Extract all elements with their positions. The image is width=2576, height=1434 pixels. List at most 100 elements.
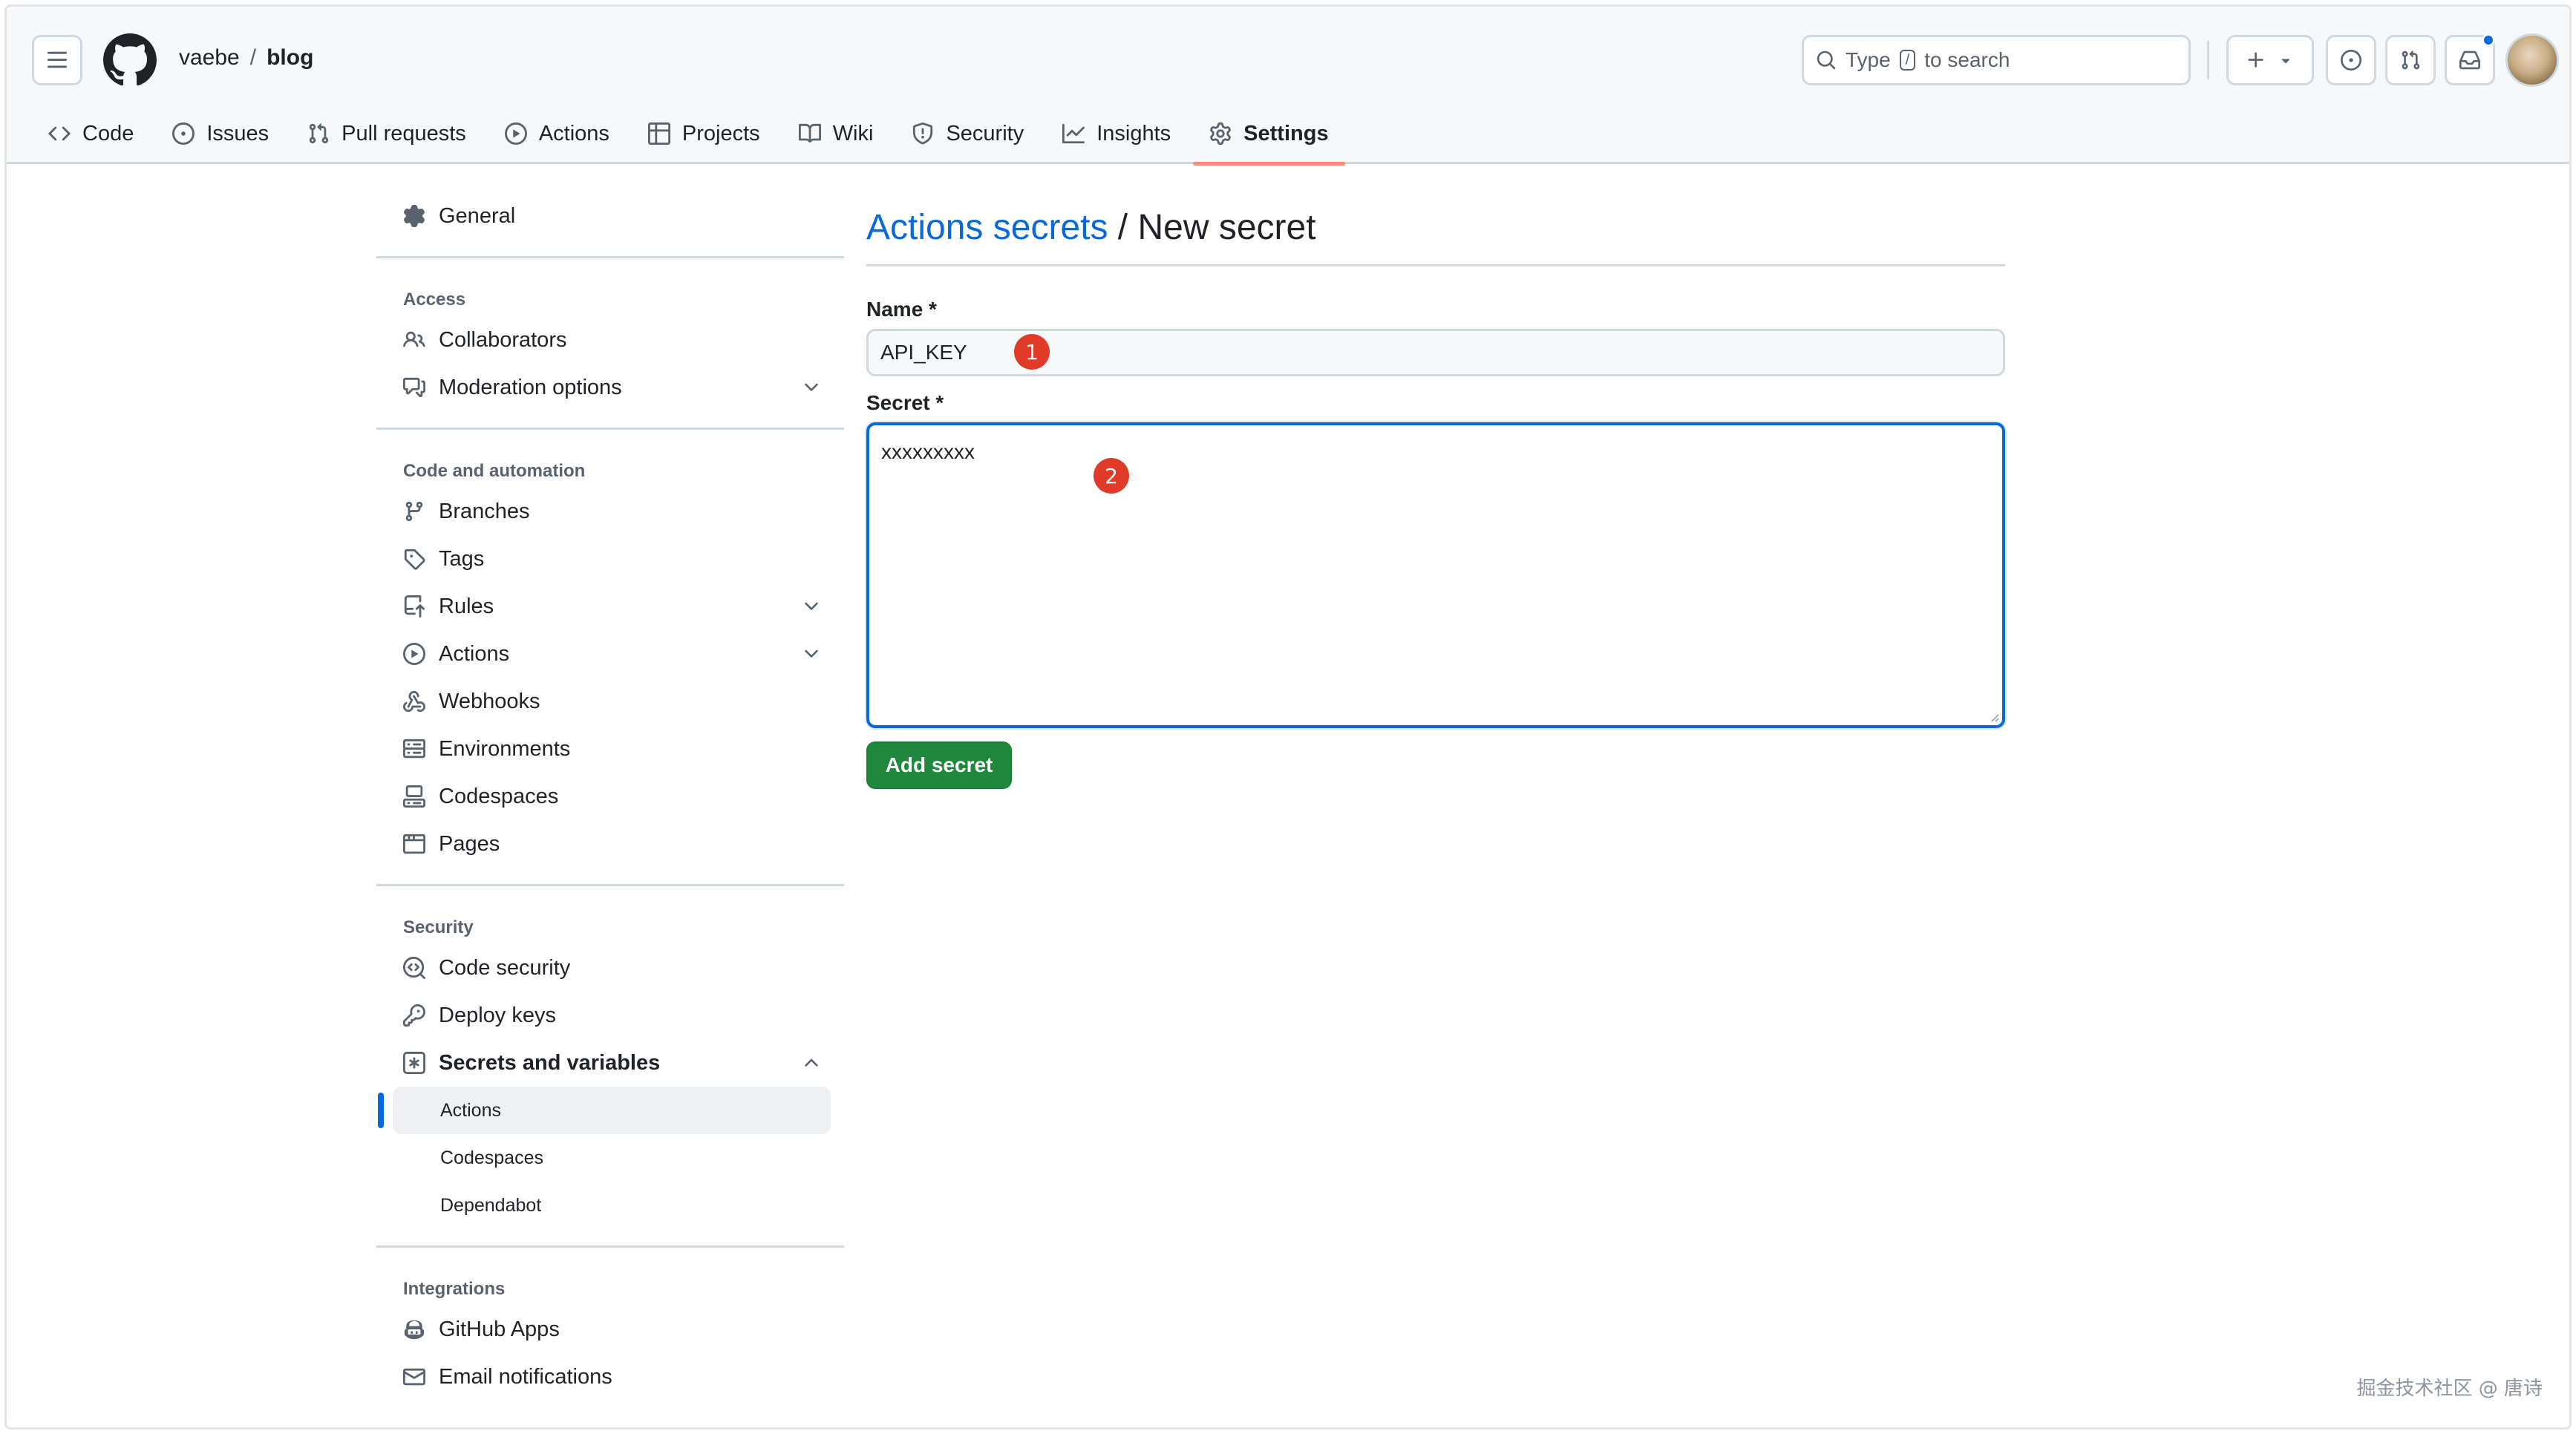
- actions-secrets-link[interactable]: Actions secrets: [866, 208, 1108, 247]
- tab-issues[interactable]: Issues: [153, 103, 288, 164]
- chevron-down-icon: [801, 644, 822, 664]
- annotation-badge-1: 1: [1014, 334, 1050, 370]
- notification-indicator: [2482, 33, 2495, 47]
- browser-frame: vaebe / blog Type / to search Code Issue…: [4, 4, 2572, 1430]
- codescan-icon: [403, 957, 425, 979]
- secret-name-input[interactable]: API_KEY 1: [866, 329, 2005, 376]
- sidebar-item-rules[interactable]: Rules: [376, 583, 844, 630]
- sidebar-heading-integrations: Integrations: [403, 1279, 506, 1299]
- copilot-icon: [403, 1318, 425, 1340]
- sidebar-item-deploy-keys[interactable]: Deploy keys: [376, 992, 844, 1039]
- sidebar-subitem-label: Codespaces: [440, 1147, 543, 1168]
- secret-label: Secret *: [866, 391, 944, 414]
- sidebar-item-codespaces[interactable]: Codespaces: [376, 773, 844, 820]
- tab-label: Projects: [681, 121, 760, 145]
- chevron-down-icon: [801, 596, 822, 617]
- search-placeholder-prefix: Type: [1846, 48, 1891, 71]
- pull-request-icon: [2400, 50, 2421, 71]
- menu-button[interactable]: [32, 35, 82, 85]
- header-divider: [2207, 41, 2209, 79]
- sidebar-item-label: Email notifications: [439, 1364, 612, 1389]
- sidebar-item-webhooks[interactable]: Webhooks: [376, 678, 844, 725]
- chevron-down-icon: [801, 377, 822, 398]
- comment-discussion-icon: [403, 376, 425, 399]
- sidebar-subitem-label: Actions: [440, 1099, 501, 1121]
- sidebar-item-email-notifications[interactable]: Email notifications: [376, 1353, 844, 1401]
- tab-actions[interactable]: Actions: [486, 103, 629, 164]
- gear-icon: [403, 205, 425, 227]
- sidebar-item-label: Code security: [439, 955, 571, 980]
- repo-link[interactable]: blog: [267, 45, 313, 71]
- plus-icon: [2246, 50, 2266, 71]
- sidebar-item-tags[interactable]: Tags: [376, 535, 844, 583]
- create-new-button[interactable]: [2226, 35, 2314, 85]
- owner-link[interactable]: vaebe: [179, 45, 240, 71]
- chevron-up-icon: [801, 1052, 822, 1073]
- tab-security[interactable]: Security: [892, 103, 1043, 164]
- tab-code[interactable]: Code: [44, 103, 153, 164]
- page-title: Actions secrets / New secret: [866, 207, 2005, 266]
- repo-tabs: Code Issues Pull requests Actions Projec…: [44, 103, 1348, 166]
- tab-label: Pull requests: [341, 121, 466, 145]
- tab-label: Security: [946, 121, 1024, 145]
- resize-handle-icon[interactable]: [1987, 710, 1999, 722]
- github-logo-icon[interactable]: [103, 33, 157, 87]
- sidebar-item-general[interactable]: General: [376, 192, 844, 240]
- sidebar-subitem-actions[interactable]: Actions: [378, 1087, 831, 1134]
- search-placeholder-suffix: to search: [1924, 48, 2010, 71]
- sidebar-item-collaborators[interactable]: Collaborators: [376, 316, 844, 364]
- tab-label: Insights: [1096, 121, 1171, 145]
- pull-request-icon: [307, 122, 330, 145]
- sidebar-item-secrets-variables[interactable]: Secrets and variables: [376, 1039, 844, 1087]
- sidebar-item-environments[interactable]: Environments: [376, 725, 844, 773]
- tab-wiki[interactable]: Wiki: [779, 103, 893, 164]
- issue-icon: [2341, 50, 2361, 71]
- sidebar-item-moderation[interactable]: Moderation options: [376, 364, 844, 411]
- new-secret-form: Actions secrets / New secret Name * API_…: [866, 207, 2005, 789]
- codespaces-icon: [403, 785, 425, 808]
- tab-pull-requests[interactable]: Pull requests: [288, 103, 486, 164]
- tab-projects[interactable]: Projects: [629, 103, 779, 164]
- sidebar-item-github-apps[interactable]: GitHub Apps: [376, 1306, 844, 1353]
- secret-value-textarea[interactable]: xxxxxxxxx 2: [866, 422, 2005, 728]
- tab-settings[interactable]: Settings: [1190, 103, 1347, 166]
- sidebar-item-label: Deploy keys: [439, 1003, 556, 1027]
- secret-value-text: xxxxxxxxx: [881, 440, 975, 463]
- webhook-icon: [403, 690, 425, 713]
- sidebar-item-pages[interactable]: Pages: [376, 820, 844, 868]
- sidebar-subitem-codespaces[interactable]: Codespaces: [376, 1134, 844, 1182]
- tab-label: Code: [82, 121, 134, 145]
- add-secret-button[interactable]: Add secret: [866, 741, 1012, 789]
- avatar[interactable]: [2505, 33, 2559, 87]
- sidebar-item-label: Environments: [439, 736, 571, 761]
- sidebar-subitem-dependabot[interactable]: Dependabot: [376, 1182, 844, 1229]
- git-branch-icon: [403, 500, 425, 523]
- key-icon: [403, 1004, 425, 1027]
- search-icon: [1816, 50, 1837, 71]
- shield-icon: [912, 122, 934, 145]
- inbox-icon: [2459, 50, 2480, 71]
- sidebar-item-label: Moderation options: [439, 375, 622, 399]
- sidebar-item-label: Rules: [439, 594, 494, 618]
- search-input[interactable]: Type / to search: [1802, 35, 2191, 85]
- sidebar-item-label: GitHub Apps: [439, 1317, 560, 1341]
- sidebar-heading-security: Security: [403, 917, 474, 937]
- sidebar-item-branches[interactable]: Branches: [376, 488, 844, 535]
- sidebar-item-actions[interactable]: Actions: [376, 630, 844, 678]
- graph-icon: [1062, 122, 1085, 145]
- sidebar-item-code-security[interactable]: Code security: [376, 944, 844, 992]
- book-icon: [798, 122, 821, 145]
- tab-label: Actions: [538, 121, 609, 145]
- search-shortcut-key: /: [1899, 50, 1916, 71]
- breadcrumb: vaebe / blog: [179, 45, 313, 71]
- sidebar-divider: [376, 428, 844, 430]
- pull-requests-button[interactable]: [2385, 35, 2436, 85]
- tab-insights[interactable]: Insights: [1043, 103, 1190, 164]
- issues-button[interactable]: [2326, 35, 2376, 85]
- code-icon: [48, 122, 71, 145]
- key-asterisk-icon: [403, 1052, 425, 1074]
- server-icon: [403, 738, 425, 760]
- browser-icon: [403, 833, 425, 855]
- sidebar-item-label: Branches: [439, 499, 530, 523]
- sidebar-item-label: General: [439, 203, 516, 228]
